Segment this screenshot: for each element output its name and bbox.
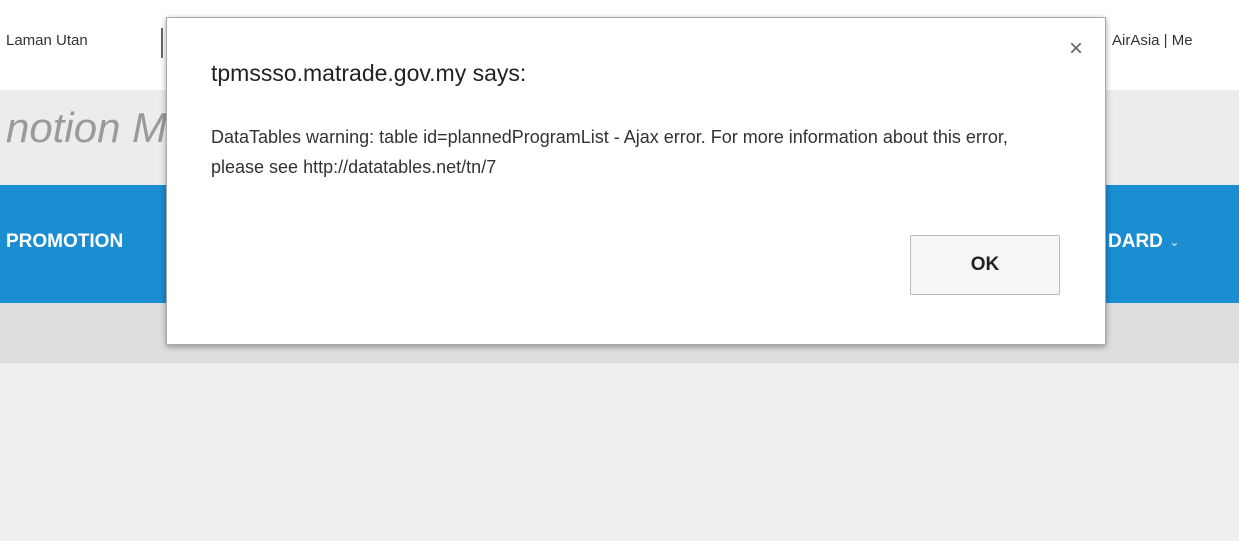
content-area [0,364,1239,541]
nav-item-dashboard-label: DARD [1108,231,1163,252]
chevron-down-icon: ⌄ [1168,234,1180,249]
bookmark-laman-utama[interactable]: Laman Utan [6,32,88,49]
alert-dialog: tpmssso.matrade.gov.my says: × DataTable… [166,17,1106,345]
close-icon[interactable]: × [1063,36,1089,62]
bookmark-divider [161,28,163,58]
site-title: notion M [6,104,168,151]
bookmark-airasia[interactable]: AirAsia | Me [1112,32,1193,49]
dialog-message: DataTables warning: table id=plannedProg… [211,127,1008,177]
nav-item-promotion[interactable]: PROMOTION [6,231,123,253]
dialog-title: tpmssso.matrade.gov.my says: [211,60,527,86]
ok-button[interactable]: OK [910,235,1060,295]
nav-item-dashboard[interactable]: DARD ⌄ [1108,231,1180,253]
